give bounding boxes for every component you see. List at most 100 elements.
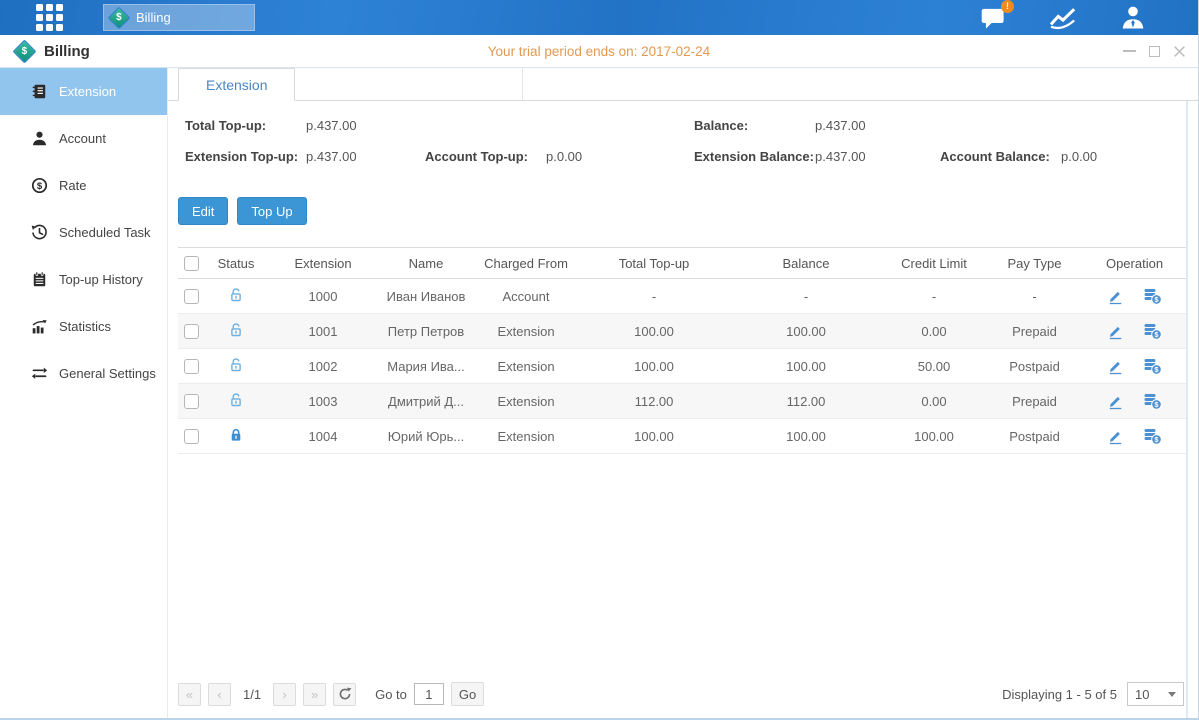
cell-total-topup: 100.00 (578, 349, 730, 384)
minimize-icon[interactable] (1122, 44, 1136, 58)
cell-extension: 1001 (268, 314, 378, 349)
prev-page-button[interactable]: ‹ (208, 683, 231, 706)
sidebar-item-label: Extension (59, 84, 116, 99)
extension-status-icon (228, 427, 244, 443)
goto-page-input[interactable] (414, 683, 444, 705)
sidebar-item-scheduled-task[interactable]: Scheduled Task (0, 209, 167, 256)
edit-extension-icon[interactable] (1107, 323, 1124, 340)
edit-extension-icon[interactable] (1107, 393, 1124, 410)
sidebar-item-account[interactable]: Account (0, 115, 167, 162)
rate-icon: $ (31, 177, 48, 194)
edit-extension-icon[interactable] (1107, 358, 1124, 375)
extension-balance-label: Extension Balance: (687, 147, 815, 167)
cell-pay-type: Postpaid (986, 419, 1083, 454)
page-size-select[interactable]: 10 (1127, 682, 1184, 706)
cell-pay-type: - (986, 279, 1083, 314)
col-header-balance: Balance (730, 248, 882, 279)
cell-total-topup: 100.00 (578, 314, 730, 349)
row-checkbox[interactable] (184, 359, 199, 374)
tab-extension[interactable]: Extension (178, 68, 295, 101)
row-checkbox[interactable] (184, 429, 199, 444)
topup-button[interactable]: Top Up (237, 197, 306, 225)
table-row: 1002 Мария Ива... Extension 100.00 100.0… (178, 349, 1186, 384)
notifications-icon[interactable]: ! (980, 6, 1006, 30)
titlebar: $ Billing Your trial period ends on: 201… (0, 35, 1198, 68)
cell-name: Юрий Юрь... (378, 419, 474, 454)
window-controls (1122, 44, 1186, 58)
extension-status-icon (228, 357, 244, 373)
cell-credit-limit: 0.00 (882, 314, 986, 349)
statistics-topbar-icon[interactable] (1048, 6, 1078, 30)
cell-charged-from: Extension (474, 349, 578, 384)
toolbar: Edit Top Up (178, 197, 1186, 225)
cell-extension: 1003 (268, 384, 378, 419)
go-button[interactable]: Go (451, 682, 484, 706)
app-launcher-icon[interactable] (36, 4, 63, 31)
topup-extension-icon[interactable]: $ (1143, 428, 1162, 445)
cell-extension: 1004 (268, 419, 378, 454)
tab-spacer (295, 68, 523, 100)
extension-topup-label: Extension Top-up: (178, 147, 306, 167)
first-page-button[interactable]: « (178, 683, 201, 706)
refresh-button[interactable] (333, 683, 356, 706)
col-header-pay-type: Pay Type (986, 248, 1083, 279)
topup-extension-icon[interactable]: $ (1143, 288, 1162, 305)
topbar: $ Billing ! (0, 0, 1198, 35)
tab-strip: Extension (168, 68, 1198, 101)
sidebar: Extension Account $ Rate (0, 68, 168, 720)
cell-pay-type: Prepaid (986, 384, 1083, 419)
tab-label: Extension (206, 77, 267, 93)
extension-status-icon (228, 322, 244, 338)
app-tab-billing[interactable]: $ Billing (103, 4, 255, 31)
sidebar-item-label: Rate (59, 178, 86, 193)
close-icon[interactable] (1172, 44, 1186, 58)
cell-credit-limit: 0.00 (882, 384, 986, 419)
sidebar-item-general-settings[interactable]: General Settings (0, 350, 167, 397)
goto-label: Go to (375, 687, 407, 702)
general-settings-icon (31, 365, 48, 382)
cell-charged-from: Extension (474, 419, 578, 454)
svg-text:$: $ (37, 181, 43, 192)
page-size-value: 10 (1135, 687, 1149, 702)
select-all-checkbox[interactable] (184, 256, 199, 271)
billing-window: $ Billing ! (0, 0, 1199, 720)
sidebar-item-extension[interactable]: Extension (0, 68, 167, 115)
row-checkbox[interactable] (184, 324, 199, 339)
sidebar-item-topup-history[interactable]: Top-up History (0, 256, 167, 303)
topup-extension-icon[interactable]: $ (1143, 323, 1162, 340)
edit-button[interactable]: Edit (178, 197, 228, 225)
last-page-button[interactable]: » (303, 683, 326, 706)
cell-extension: 1000 (268, 279, 378, 314)
user-icon[interactable] (1120, 5, 1146, 30)
cell-balance: 100.00 (730, 314, 882, 349)
topup-extension-icon[interactable]: $ (1143, 358, 1162, 375)
edit-extension-icon[interactable] (1107, 288, 1124, 305)
extension-status-icon (228, 392, 244, 408)
col-header-extension: Extension (268, 248, 378, 279)
row-checkbox[interactable] (184, 289, 199, 304)
extension-icon (31, 83, 48, 100)
cell-charged-from: Extension (474, 314, 578, 349)
cell-balance: - (730, 279, 882, 314)
maximize-icon[interactable] (1147, 44, 1161, 58)
sidebar-item-rate[interactable]: $ Rate (0, 162, 167, 209)
extension-topup-value: p.437.00 (306, 147, 357, 167)
chevron-down-icon (1168, 692, 1176, 697)
sidebar-item-statistics[interactable]: Statistics (0, 303, 167, 350)
cell-extension: 1002 (268, 349, 378, 384)
edit-extension-icon[interactable] (1107, 428, 1124, 445)
balance-value: p.437.00 (815, 116, 866, 136)
trial-message: Your trial period ends on: 2017-02-24 (0, 44, 1198, 59)
balance-summary: Total Top-up: p.437.00 Balance: p.437.00… (178, 101, 1186, 178)
table-row: 1003 Дмитрий Д... Extension 112.00 112.0… (178, 384, 1186, 419)
next-page-button[interactable]: › (273, 683, 296, 706)
cell-charged-from: Account (474, 279, 578, 314)
topup-history-icon (31, 271, 48, 288)
sidebar-item-label: Top-up History (59, 272, 143, 287)
account-balance-value: p.0.00 (1061, 147, 1097, 167)
col-header-charged-from: Charged From (474, 248, 578, 279)
extension-status-icon (228, 287, 244, 303)
row-checkbox[interactable] (184, 394, 199, 409)
topup-extension-icon[interactable]: $ (1143, 393, 1162, 410)
cell-total-topup: - (578, 279, 730, 314)
